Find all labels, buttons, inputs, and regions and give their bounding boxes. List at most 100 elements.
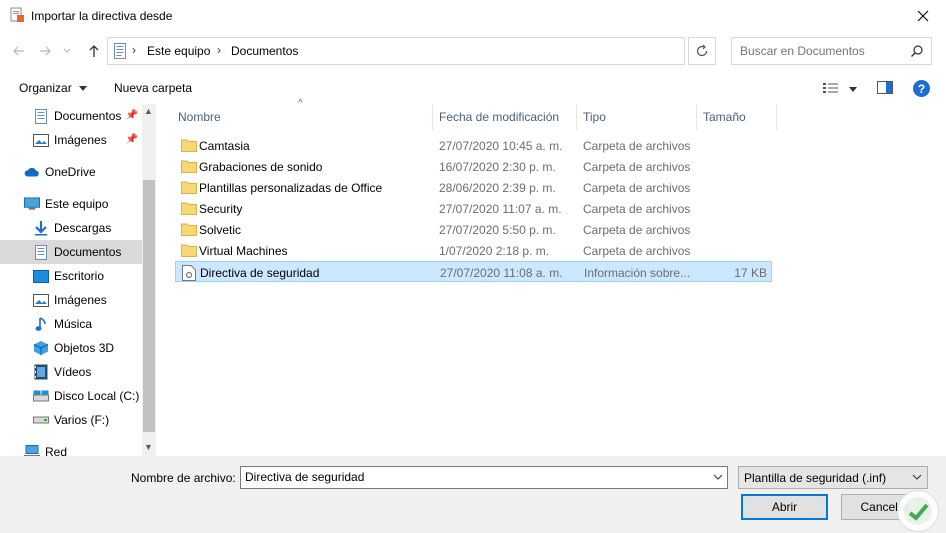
scroll-up-arrow-icon[interactable]: ▲ [144, 106, 153, 116]
file-row[interactable]: Grabaciones de sonido 16/07/2020 2:30 p.… [175, 156, 772, 177]
search-input[interactable] [740, 44, 908, 58]
nav-escritorio[interactable]: Escritorio [0, 264, 142, 288]
file-row[interactable]: Camtasia 27/07/2020 10:45 a. m. Carpeta … [175, 135, 772, 156]
close-button[interactable] [900, 0, 946, 32]
preview-pane-button[interactable] [877, 81, 895, 96]
open-button[interactable]: Abrir [741, 494, 828, 520]
nav-item-label: Red [45, 445, 68, 456]
document-icon [33, 244, 49, 260]
file-type: Carpeta de archivos [583, 139, 691, 153]
scrollbar-thumb[interactable] [143, 180, 155, 432]
nav-disco-local-c[interactable]: Disco Local (C:) [0, 384, 142, 408]
nav-item-label: Descargas [54, 221, 112, 235]
security-policy-app-icon [10, 7, 24, 22]
file-name: Grabaciones de sonido [199, 160, 323, 174]
file-date: 16/07/2020 2:30 p. m. [439, 160, 556, 174]
column-header-date[interactable]: Fecha de modificación [433, 104, 577, 130]
nav-este-equipo[interactable]: Este equipo [0, 192, 142, 216]
nav-objetos-3d[interactable]: Objetos 3D [0, 336, 142, 360]
file-name: Virtual Machines [199, 244, 288, 258]
recent-locations-button[interactable] [61, 42, 73, 60]
pin-icon: 📌 [125, 134, 138, 145]
nav-item-label: Imágenes [54, 133, 107, 147]
search-box[interactable] [731, 37, 932, 65]
file-name: Plantillas personalizadas de Office [199, 181, 383, 195]
file-row[interactable]: Solvetic 27/07/2020 5:50 p. m. Carpeta d… [175, 219, 772, 240]
breadcrumb-documentos[interactable]: Documentos [231, 44, 298, 58]
computer-icon [24, 196, 40, 212]
nav-descargas[interactable]: Descargas [0, 216, 142, 240]
pictures-icon [33, 292, 49, 308]
nav-item-label: Disco Local (C:) [54, 389, 140, 403]
file-type: Carpeta de archivos [583, 223, 691, 237]
drive-icon [33, 388, 49, 404]
organize-button[interactable]: Organizar [19, 81, 88, 95]
file-row-selected[interactable]: Directiva de seguridad 27/07/2020 11:08 … [175, 261, 772, 282]
filename-label: Nombre de archivo: [131, 471, 236, 485]
navigation-pane-scrollbar[interactable]: ▲ ▼ [142, 104, 156, 456]
filetype-select[interactable]: Plantilla de seguridad (.inf) [738, 466, 928, 489]
nav-item-label: Música [54, 317, 93, 331]
nav-red[interactable]: Red [0, 440, 142, 456]
file-type: Carpeta de archivos [583, 244, 691, 258]
address-bar[interactable]: › Este equipo › Documentos [107, 37, 780, 65]
chevron-down-icon[interactable] [713, 471, 723, 483]
breadcrumb-este-equipo[interactable]: Este equipo [147, 44, 210, 58]
music-icon [33, 316, 49, 332]
filename-combobox[interactable] [240, 466, 728, 489]
nav-musica[interactable]: Música [0, 312, 142, 336]
folder-icon [181, 181, 197, 194]
chevron-down-icon [63, 48, 71, 53]
download-icon [33, 220, 49, 236]
forward-button[interactable] [36, 42, 54, 60]
column-header-name[interactable]: Nombre [172, 104, 433, 130]
quick-access-imagenes[interactable]: Imágenes 📌 [0, 128, 142, 152]
drive-icon [33, 412, 49, 428]
help-button[interactable]: ? [913, 80, 930, 97]
help-icon: ? [917, 81, 926, 96]
breadcrumb-separator[interactable]: › [132, 43, 136, 57]
view-options-button[interactable] [822, 81, 860, 97]
nav-onedrive[interactable]: OneDrive [0, 160, 142, 184]
file-list: ^ Nombre Fecha de modificación Tipo Tama… [158, 98, 946, 456]
new-folder-button[interactable]: Nueva carpeta [114, 81, 192, 95]
column-header-type[interactable]: Tipo [577, 104, 697, 130]
breadcrumb-separator[interactable]: › [217, 43, 221, 57]
refresh-button[interactable] [688, 37, 716, 65]
refresh-icon [696, 44, 708, 57]
folder-icon [181, 202, 197, 215]
document-icon [33, 108, 49, 124]
quick-access-documentos[interactable]: Documentos 📌 [0, 104, 142, 128]
file-type: Carpeta de archivos [583, 181, 691, 195]
file-row[interactable]: Security 27/07/2020 11:07 a. m. Carpeta … [175, 198, 772, 219]
file-name: Security [199, 202, 243, 216]
file-date: 1/07/2020 2:18 p. m. [439, 244, 550, 258]
video-icon [33, 364, 49, 380]
up-button[interactable] [85, 42, 103, 60]
column-header-size[interactable]: Tamaño [697, 104, 777, 130]
nav-videos[interactable]: Vídeos [0, 360, 142, 384]
nav-item-label: Objetos 3D [54, 341, 115, 355]
file-row[interactable]: Plantillas personalizadas de Office 28/0… [175, 177, 772, 198]
file-date: 27/07/2020 11:08 a. m. [440, 266, 563, 280]
file-row[interactable]: Virtual Machines 1/07/2020 2:18 p. m. Ca… [175, 240, 772, 261]
window-title: Importar la directiva desde [31, 9, 173, 23]
nav-imagenes[interactable]: Imágenes [0, 288, 142, 312]
file-name: Directiva de seguridad [200, 266, 320, 280]
filename-input[interactable] [245, 470, 695, 484]
back-button[interactable] [10, 42, 28, 60]
file-date: 27/07/2020 10:45 a. m. [439, 139, 563, 153]
file-type: Carpeta de archivos [583, 160, 691, 174]
nav-varios-f[interactable]: Varios (F:) [0, 408, 142, 432]
nav-item-label: Imágenes [54, 293, 107, 307]
preview-pane-icon [877, 81, 893, 94]
search-icon[interactable] [910, 44, 924, 58]
file-type: Información sobre... [584, 266, 691, 280]
nav-documentos[interactable]: Documentos [0, 240, 142, 264]
pictures-icon [33, 132, 49, 148]
desktop-icon [33, 268, 49, 284]
arrow-right-icon [40, 46, 51, 56]
file-size: 17 KB [734, 266, 767, 280]
scroll-down-arrow-icon[interactable]: ▼ [144, 442, 153, 452]
arrow-up-icon [89, 45, 99, 57]
